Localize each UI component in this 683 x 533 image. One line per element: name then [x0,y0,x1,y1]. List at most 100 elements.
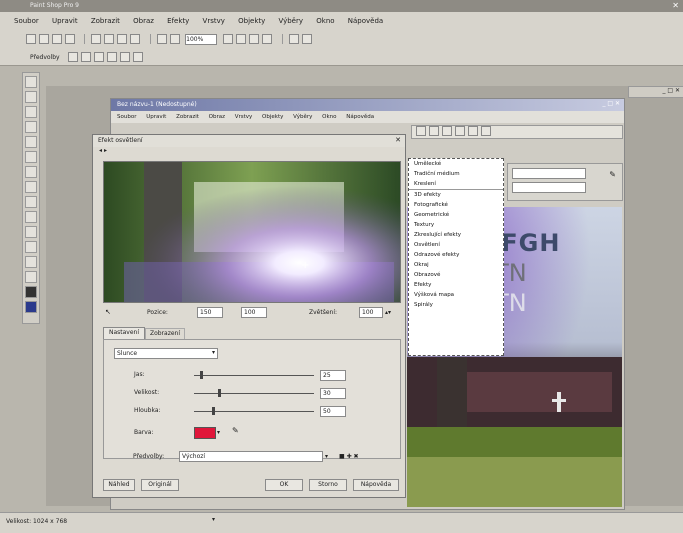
context-item-11[interactable]: Okraj [409,260,503,270]
option-icon-2[interactable] [80,52,91,62]
doc-menu-zobrazit[interactable]: Zobrazit [176,114,199,120]
doc-menu-upravit[interactable]: Upravit [146,114,166,120]
slider-thumb-2[interactable] [218,389,221,397]
menu-vybery[interactable]: Výběry [279,12,304,30]
slider-input-1[interactable]: 25 [320,370,346,381]
cancel-button[interactable]: Storno [309,479,347,491]
paste-icon[interactable] [156,34,167,44]
menu-obraz[interactable]: Obraz [133,12,154,30]
arrow-right-icon[interactable]: ▸ [104,147,107,154]
arrow-left-icon[interactable]: ◂ [99,147,102,154]
ok-button[interactable]: OK [265,479,303,491]
save-icon[interactable] [52,34,62,44]
palette-field-1[interactable] [512,168,586,179]
menu-vrstvy[interactable]: Vrstvy [203,12,225,30]
document-controls-icon[interactable]: _ □ ✕ [602,100,620,107]
context-item-13[interactable]: Efekty [409,280,503,290]
context-item-6[interactable]: Geometrické [409,210,503,220]
save-preset-icon[interactable]: ■ ✚ ✖ [339,452,359,461]
text-tool-icon[interactable] [25,241,37,253]
option-icon-4[interactable] [106,52,117,62]
help-button[interactable]: Nápověda [353,479,399,491]
preview-button[interactable]: Náhled [103,479,135,491]
context-item-12[interactable]: Obrazové [409,270,503,280]
zoom-out-icon[interactable] [236,34,247,44]
slider-thumb-1[interactable] [200,371,203,379]
context-item-3[interactable]: Kreslení [409,179,503,189]
tab-view[interactable]: Zobrazení [145,328,185,339]
doc-tool-icon-4[interactable] [455,126,465,136]
doc-tool-icon-2[interactable] [429,126,439,136]
zoom-select[interactable]: 100% [185,33,218,45]
background-swatch-icon[interactable] [25,301,37,313]
palette-tool-icon[interactable]: ✎ [609,170,616,179]
option-icon-5[interactable] [119,52,130,62]
eyedropper-icon[interactable]: ✎ [232,426,239,435]
rotate-icon[interactable] [249,34,260,44]
doc-tool-icon-6[interactable] [481,126,491,136]
zoom-spin-icon[interactable]: ▴▾ [385,308,391,317]
context-item-8[interactable]: Zkreslující efekty [409,230,503,240]
eraser-tool-icon[interactable] [25,211,37,223]
crop-tool-icon[interactable] [25,166,37,178]
crop-icon[interactable] [169,34,180,44]
preset-select[interactable]: Slunce [114,348,218,359]
undo-icon[interactable] [91,34,102,44]
redo-icon[interactable] [104,34,115,44]
color-swatch-icon[interactable] [25,286,37,298]
original-button[interactable]: Originál [141,479,179,491]
copy-icon[interactable] [130,34,141,44]
option-icon-1[interactable] [67,52,78,62]
slider-input-2[interactable]: 30 [320,388,346,399]
slider-track-1[interactable] [194,375,314,376]
context-item-4[interactable]: 3D efekty [409,189,503,200]
preset-dropdown-icon[interactable]: ▾ [212,348,215,357]
menu-efekty[interactable]: Efekty [167,12,189,30]
print-icon[interactable] [65,34,75,44]
color-swatch[interactable] [194,427,216,439]
doc-menu-soubor[interactable]: Soubor [117,114,136,120]
footer-preset-select[interactable]: Výchozí [179,451,323,462]
flip-icon[interactable] [262,34,273,44]
pan-tool-icon[interactable] [25,76,37,88]
doc-menu-vybery[interactable]: Výběry [293,114,312,120]
doc-tool-icon-5[interactable] [468,126,478,136]
clone-tool-icon[interactable] [25,196,37,208]
option-icon-3[interactable] [93,52,104,62]
doc-menu-objekty[interactable]: Objekty [262,114,283,120]
color-dropdown-icon[interactable]: ▾ [217,428,220,437]
position-x-input[interactable]: 150 [197,307,223,318]
cut-icon[interactable] [117,34,128,44]
context-item-14[interactable]: Výšková mapa [409,290,503,300]
tab-settings[interactable]: Nastavení [103,327,145,339]
position-y-input[interactable]: 100 [241,307,267,318]
menu-soubor[interactable]: Soubor [14,12,39,30]
doc-tool-icon-3[interactable] [442,126,452,136]
dialog-close-icon[interactable]: ✕ [395,136,401,144]
lasso-tool-icon[interactable] [25,136,37,148]
slider-track-2[interactable] [194,393,314,394]
palette-icon[interactable] [301,34,312,44]
doc-tool-icon-1[interactable] [416,126,426,136]
context-item-2[interactable]: Tradiční médium [409,169,503,179]
context-item-7[interactable]: Textury [409,220,503,230]
move-tool-icon[interactable] [25,106,37,118]
doc-menu-vrstvy[interactable]: Vrstvy [235,114,253,120]
fill-tool-icon[interactable] [25,226,37,238]
context-item-5[interactable]: Fotografické [409,200,503,210]
pen-tool-icon[interactable] [25,271,37,283]
context-item-15[interactable]: Spirály [409,300,503,310]
open-icon[interactable] [39,34,49,44]
slider-thumb-3[interactable] [212,407,215,415]
menu-objekty[interactable]: Objekty [238,12,265,30]
close-icon[interactable]: ✕ [672,1,679,10]
dropper-tool-icon[interactable] [25,151,37,163]
minimize-icon[interactable]: _ □ ✕ [662,87,680,94]
shape-tool-icon[interactable] [25,256,37,268]
doc-menu-okno[interactable]: Okno [322,114,336,120]
palette-field-2[interactable] [512,182,586,193]
footer-preset-dropdown-icon[interactable]: ▾ [325,452,328,461]
doc-menu-obraz[interactable]: Obraz [209,114,225,120]
new-icon[interactable] [26,34,36,44]
menu-zobrazit[interactable]: Zobrazit [91,12,120,30]
